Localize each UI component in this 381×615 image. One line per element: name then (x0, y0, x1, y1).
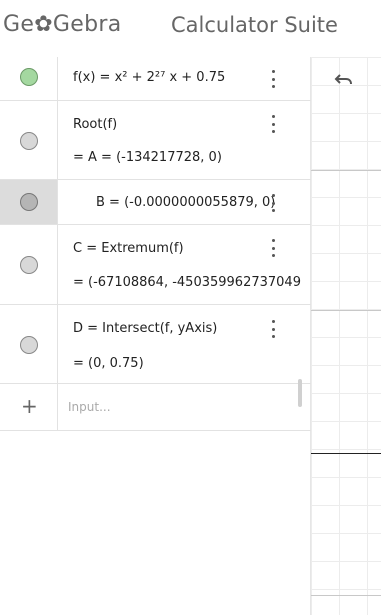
undo-icon[interactable] (334, 72, 354, 86)
algebra-item-B[interactable]: B = (-0.0000000055879, 0) (0, 180, 311, 225)
major-gridline (311, 595, 381, 596)
algebra-definition[interactable]: D = Intersect(f, yAxis) (73, 321, 217, 336)
geogebra-logo[interactable]: Ge✿Gebra (3, 12, 122, 37)
more-options-icon[interactable] (268, 239, 278, 257)
more-options-icon[interactable] (268, 320, 278, 338)
algebra-item-D[interactable]: D = Intersect(f, yAxis) = (0, 0.75) (0, 305, 311, 384)
plus-icon[interactable]: + (21, 394, 38, 418)
logo-flower-icon: ✿ (34, 12, 53, 37)
scrollbar-thumb[interactable] (298, 379, 302, 407)
algebra-view: f(x) = x² + 2²⁷ x + 0.75 Root(f) = A = (… (0, 57, 311, 615)
marble-cell: + (0, 384, 58, 430)
major-gridline (311, 170, 381, 171)
more-options-icon[interactable] (268, 194, 278, 212)
marble-cell (0, 101, 58, 179)
graphics-view[interactable] (311, 57, 381, 615)
algebra-definition[interactable]: C = Extremum(f) (73, 241, 184, 256)
marble-cell (0, 57, 58, 100)
algebra-item-A[interactable]: Root(f) = A = (-134217728, 0) (0, 101, 311, 180)
visibility-marble-icon[interactable] (20, 336, 38, 354)
algebra-item-C[interactable]: C = Extremum(f) = (-67108864, -450359962… (0, 225, 311, 305)
algebra-value: = (-67108864, -450359962737049 (73, 275, 301, 290)
marble-cell (0, 180, 58, 224)
algebra-item-f[interactable]: f(x) = x² + 2²⁷ x + 0.75 (0, 57, 311, 101)
algebra-value: = (0, 0.75) (73, 356, 144, 371)
logo-text-end: Gebra (52, 12, 122, 37)
marble-cell (0, 305, 58, 383)
algebra-value: = A = (-134217728, 0) (73, 150, 222, 165)
app-title: Calculator Suite (171, 13, 338, 37)
algebra-input-row[interactable]: + Input... (0, 384, 311, 431)
visibility-marble-icon[interactable] (20, 193, 38, 211)
major-gridline (311, 310, 381, 311)
visibility-marble-icon[interactable] (20, 132, 38, 150)
app-header: Ge✿Gebra Calculator Suite (0, 0, 381, 56)
algebra-definition[interactable]: B = (-0.0000000055879, 0) (96, 195, 275, 210)
visibility-marble-icon[interactable] (20, 256, 38, 274)
marble-cell (0, 225, 58, 304)
x-axis (311, 453, 381, 454)
more-options-icon[interactable] (268, 70, 278, 88)
algebra-input[interactable]: Input... (68, 400, 111, 414)
algebra-definition[interactable]: f(x) = x² + 2²⁷ x + 0.75 (73, 70, 225, 85)
algebra-definition[interactable]: Root(f) (73, 117, 117, 132)
logo-text-start: Ge (3, 12, 35, 37)
more-options-icon[interactable] (268, 115, 278, 133)
visibility-marble-icon[interactable] (20, 68, 38, 86)
